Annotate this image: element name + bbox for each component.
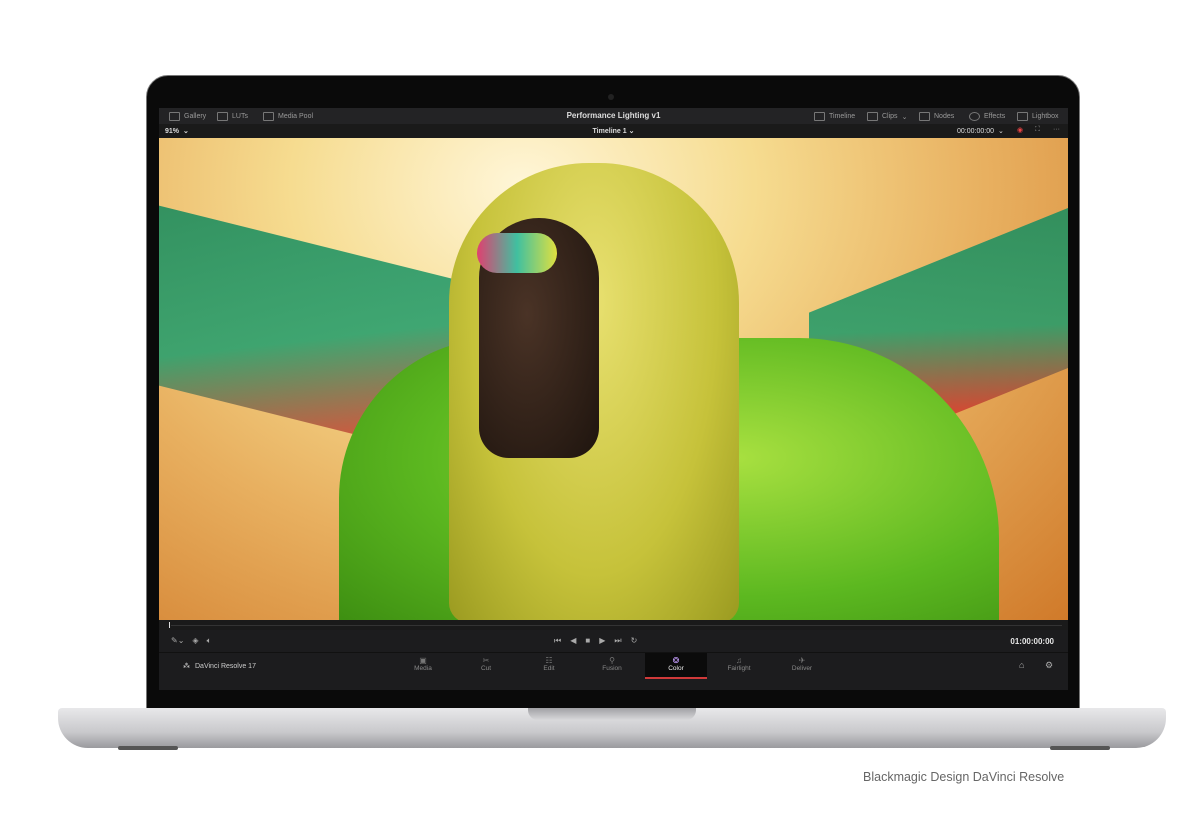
fairlight-icon: ♫: [736, 656, 742, 665]
label: Fairlight: [727, 665, 751, 672]
effects-icon: [969, 112, 980, 121]
page-tab-fairlight[interactable]: ♫ Fairlight: [708, 653, 770, 677]
timecode: 01:00:00:00: [1010, 637, 1054, 646]
loop-icon[interactable]: ↻: [631, 636, 638, 646]
color-wheel-icon[interactable]: ◉: [1017, 126, 1023, 134]
nodes-icon: [919, 112, 930, 121]
brand-name: DaVinci Resolve 17: [195, 662, 256, 670]
page-tab-deliver[interactable]: ✈ Deliver: [771, 653, 833, 677]
color-icon: ❂: [672, 656, 680, 665]
page-tab-fusion[interactable]: ⚲ Fusion: [581, 653, 643, 677]
play-reverse-icon[interactable]: ◀: [570, 636, 576, 646]
label: Fusion: [602, 665, 622, 672]
caption: Blackmagic Design DaVinci Resolve: [863, 770, 1065, 784]
go-to-start-icon[interactable]: ⏮︎: [554, 636, 561, 646]
clips-button[interactable]: Clips ⌄: [867, 112, 907, 121]
page-tab-edit[interactable]: ☷ Edit: [518, 653, 580, 677]
timeline-name: Timeline 1: [592, 128, 627, 135]
camera: [608, 94, 614, 100]
transport-bar: ✎⌄ ◈ 🔈︎ ⏮︎ ◀ ■ ▶ ⏭︎ ↻ 01:00:00:00: [159, 630, 1068, 652]
go-to-end-icon[interactable]: ⏭︎: [614, 636, 621, 646]
timeline-dropdown[interactable]: Timeline 1 ⌄: [159, 127, 1068, 135]
effects-button[interactable]: Effects: [969, 112, 1005, 121]
timeline-button[interactable]: Timeline: [814, 112, 855, 121]
label: Nodes: [934, 113, 955, 120]
viewer-header: 91% ⌄ Timeline 1 ⌄ 00:00:00:00 ⌄ ◉ ⛶ ···: [159, 124, 1068, 138]
page-tab-media[interactable]: ▣ Media: [392, 653, 454, 677]
laptop-base: [58, 708, 1166, 748]
label: Deliver: [791, 665, 813, 672]
page-tab-color[interactable]: ❂ Color: [645, 653, 707, 679]
clips-icon: [867, 112, 878, 121]
top-toolbar: Gallery LUTs Media Pool Performance Ligh…: [159, 108, 1068, 125]
label: Media: [414, 665, 432, 672]
resolve-logo-icon: ⁂: [183, 663, 190, 670]
deliver-icon: ✈: [798, 656, 806, 665]
label: Edit: [543, 665, 555, 672]
label: Timeline: [829, 113, 856, 120]
lightbox-button[interactable]: Lightbox: [1017, 112, 1058, 121]
page-navigation: ⁂ DaVinci Resolve 17 ▣ Media ✂ Cut ☷ Edit ⚲ F…: [159, 652, 1068, 679]
chevron-down-icon: ⌄: [628, 128, 635, 135]
speaker-icon[interactable]: 🔈︎: [207, 636, 212, 646]
stop-icon[interactable]: ■: [585, 636, 590, 646]
label: Color: [668, 665, 684, 672]
goggles: [477, 233, 557, 273]
lightbox-icon: [1017, 112, 1028, 121]
more-icon[interactable]: ···: [1053, 126, 1060, 133]
video-viewer: [159, 138, 1068, 620]
resolve-window: Gallery LUTs Media Pool Performance Ligh…: [159, 108, 1068, 690]
play-icon[interactable]: ▶: [599, 636, 605, 646]
nodes-button[interactable]: Nodes: [919, 112, 954, 121]
eyedropper-icon[interactable]: ✎⌄: [171, 636, 184, 646]
fullscreen-icon[interactable]: ⛶: [1035, 126, 1040, 134]
cut-icon: ✂: [482, 656, 490, 665]
settings-icon[interactable]: ⚙: [1045, 660, 1053, 671]
chevron-down-icon: ⌄: [901, 113, 908, 121]
fusion-icon: ⚲: [609, 656, 615, 665]
timecode-dropdown[interactable]: 00:00:00:00 ⌄: [957, 127, 1004, 136]
lid-notch: [528, 708, 696, 720]
label: Effects: [984, 113, 1006, 120]
brand: ⁂ DaVinci Resolve 17: [183, 662, 256, 671]
laptop-foot: [1050, 746, 1110, 750]
edit-icon: ☷: [545, 656, 553, 665]
label: Cut: [480, 665, 492, 672]
timeline-icon: [814, 112, 825, 121]
chevron-down-icon: ⌄: [997, 128, 1004, 135]
playhead[interactable]: [169, 622, 170, 628]
layers-icon[interactable]: ◈: [192, 636, 198, 646]
label: Lightbox: [1032, 113, 1059, 120]
media-icon: ▣: [419, 656, 427, 665]
scrubber-bar[interactable]: [159, 620, 1068, 630]
laptop-foot: [118, 746, 178, 750]
label: Clips: [882, 113, 898, 120]
page-tab-cut[interactable]: ✂ Cut: [455, 653, 517, 677]
home-icon[interactable]: ⌂: [1019, 660, 1024, 670]
timecode-top: 00:00:00:00: [957, 127, 994, 135]
